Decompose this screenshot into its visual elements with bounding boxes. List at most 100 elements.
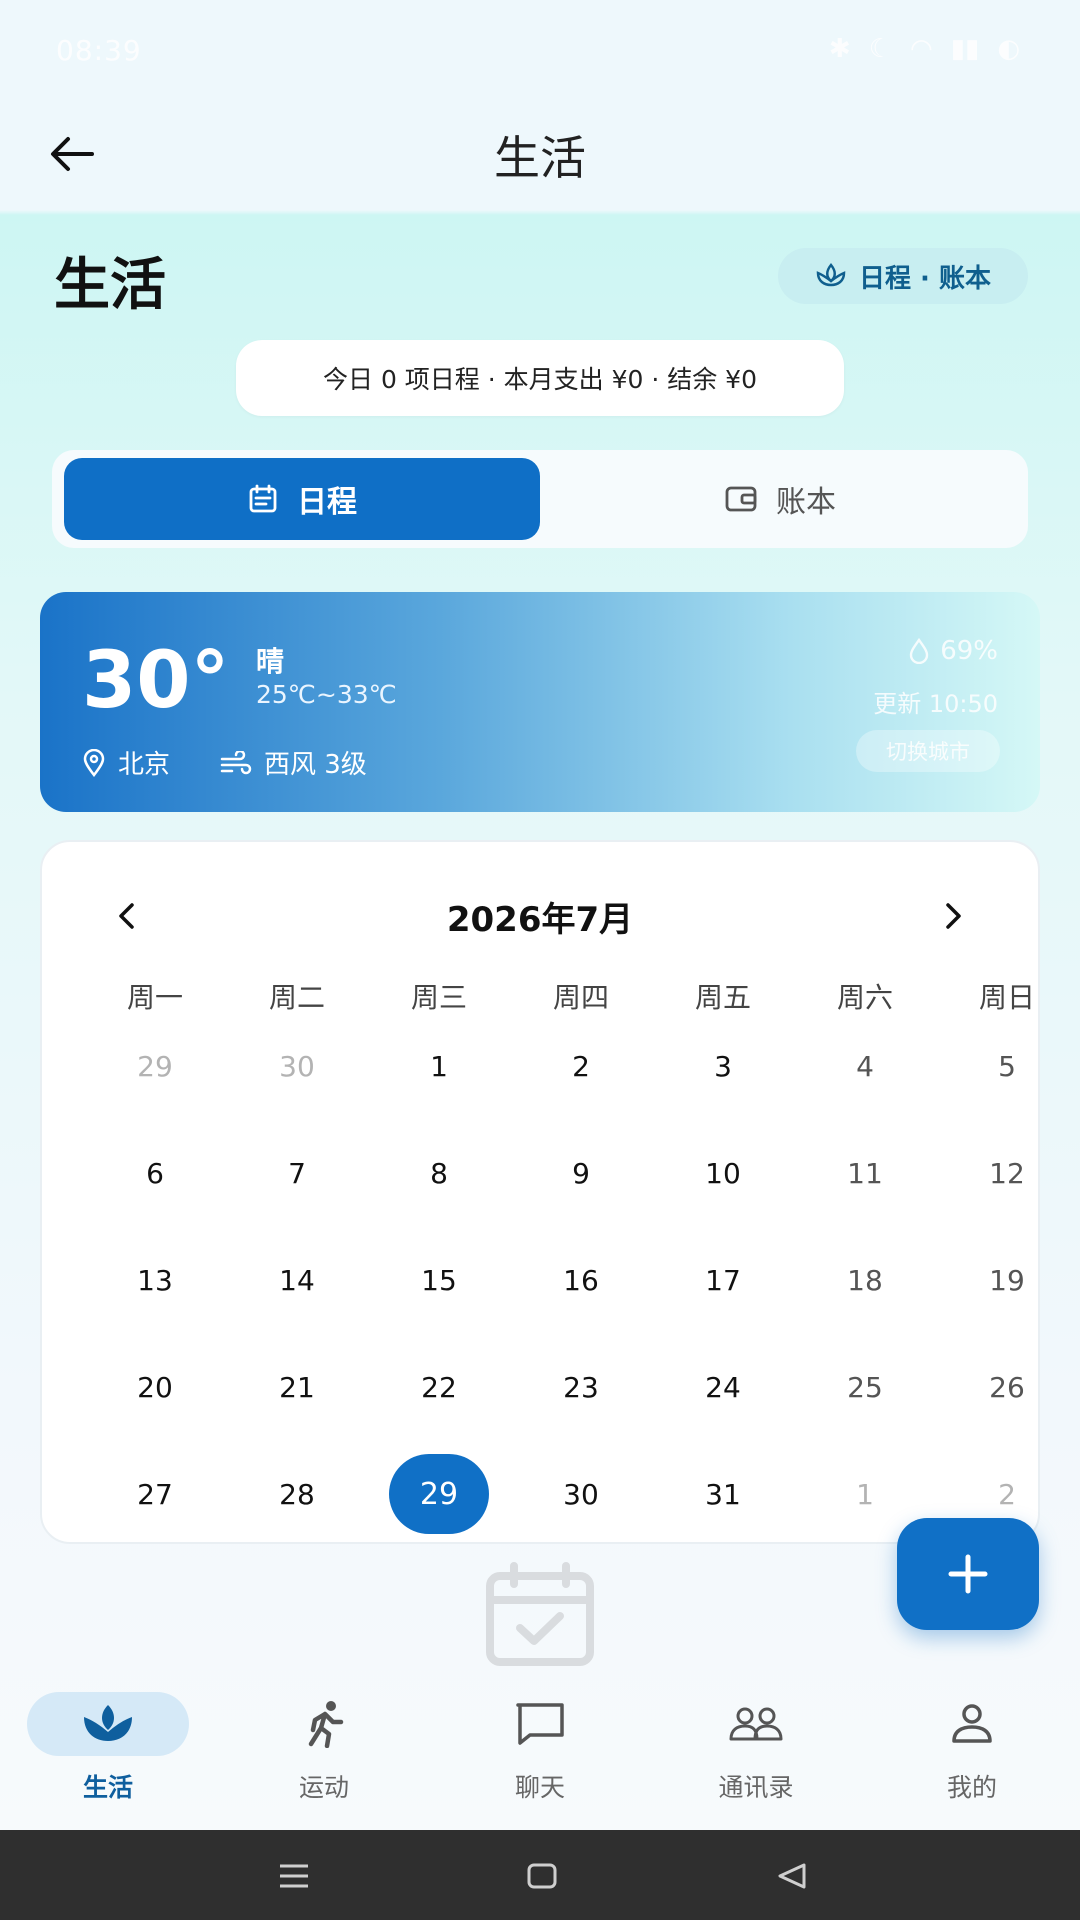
calendar-day[interactable]: 22 [368,1347,510,1427]
calendar-day[interactable]: 18 [794,1240,936,1320]
weather-humidity-label: 69% [940,636,998,666]
nav-item-life[interactable]: 生活 [0,1692,216,1804]
wifi-icon: ◠ [910,34,933,64]
tab-ledger-label: 账本 [776,485,836,520]
status-bar: 08:39 ✱ ☾ ◠ ▮▮ ◐ [0,0,1080,100]
selected-day-marker: 29 [389,1454,489,1534]
nav-label: 生活 [82,1773,133,1802]
tab-ledger[interactable]: 账本 [542,458,1018,540]
system-back-button[interactable] [772,1856,812,1896]
location-pin-icon [83,748,105,777]
home-button[interactable] [522,1856,562,1896]
calendar-day[interactable]: 6 [84,1133,226,1213]
calendar-day[interactable]: 27 [84,1454,226,1534]
calendar-day[interactable]: 21 [226,1347,368,1427]
nav-pill [891,1692,1053,1756]
calendar-day[interactable]: 12 [936,1133,1078,1213]
battery-icon: ◐ [997,34,1020,64]
tab-schedule[interactable]: 日程 [64,458,540,540]
tab-schedule-label: 日程 [297,485,357,520]
nav-label: 通讯录 [718,1773,794,1802]
calendar-day[interactable]: 10 [652,1133,794,1213]
next-month-button[interactable] [932,894,976,938]
nav-pill [243,1692,405,1756]
calendar-day[interactable]: 16 [510,1240,652,1320]
nav-item-profile[interactable]: 我的 [864,1692,1080,1804]
nav-label: 运动 [298,1773,349,1802]
system-navigation-bar [0,1830,1080,1920]
weekday-header: 周六 [836,981,893,1014]
weather-wind-label: 西风 3级 [264,750,367,780]
menu-button[interactable] [274,1856,314,1896]
status-time: 08:39 [56,34,142,67]
chat-icon [516,1703,564,1745]
weekday-header: 周日 [978,981,1035,1014]
wind-icon [220,750,252,774]
weather-location: 北京 [82,744,170,781]
calendar-day[interactable]: 19 [936,1240,1078,1320]
nav-item-chat[interactable]: 聊天 [432,1692,648,1804]
feature-badge: 日程 · 账本 [778,248,1028,304]
contacts-icon [729,1707,783,1741]
calendar-day[interactable]: 28 [226,1454,368,1534]
calendar-day[interactable]: 24 [652,1347,794,1427]
section-title: 生活 [54,253,166,318]
running-icon [308,1701,344,1748]
calendar-day[interactable]: 23 [510,1347,652,1427]
nav-pill [459,1692,621,1756]
nav-label: 聊天 [514,1773,565,1802]
calendar-day[interactable]: 30 [226,1026,368,1106]
calendar-month-label: 2026年7月 [446,900,634,940]
weather-range: 25℃~33℃ [256,680,397,709]
weather-humidity: 69% [908,636,998,666]
calendar-day[interactable]: 15 [368,1240,510,1320]
calendar-day[interactable]: 9 [510,1133,652,1213]
switch-city-button[interactable]: 切换城市 [856,730,1000,772]
weekday-header: 周五 [694,981,751,1014]
weather-updated: 更新 10:50 [873,690,998,718]
signal-icon: ▮▮ [950,34,980,64]
moon-icon: ☾ [868,34,892,64]
weekday-header: 周三 [410,981,467,1014]
calendar-day-selected[interactable]: 29 [368,1454,510,1534]
home-square-icon [527,1863,557,1889]
nav-item-sport[interactable]: 运动 [216,1692,432,1804]
chevron-right-icon [946,903,961,929]
calendar-day[interactable]: 11 [794,1133,936,1213]
calendar-day[interactable]: 5 [936,1026,1078,1106]
droplet-icon [910,638,929,664]
weather-condition: 晴 [256,645,285,678]
calendar-day[interactable]: 3 [652,1026,794,1106]
weather-wind: 西风 3级 [220,744,367,781]
calendar-day[interactable]: 13 [84,1240,226,1320]
menu-icon [280,1864,308,1888]
nav-item-contacts[interactable]: 通讯录 [648,1692,864,1804]
calendar-day[interactable]: 26 [936,1347,1078,1427]
calendar-day[interactable]: 8 [368,1133,510,1213]
bottom-navigation: 生活 运动 聊天 通讯录 我的 [0,1660,1080,1830]
add-schedule-button[interactable] [897,1518,1039,1630]
status-icons: ✱ ☾ ◠ ▮▮ ◐ [829,34,1020,64]
triangle-back-icon [778,1863,806,1889]
calendar-day[interactable]: 14 [226,1240,368,1320]
weather-temperature: 30° [82,636,230,726]
empty-schedule-icon [484,1562,596,1672]
calendar-day[interactable]: 25 [794,1347,936,1427]
weather-location-label: 北京 [118,750,171,780]
calendar-day[interactable]: 4 [794,1026,936,1106]
app-title: 生活 [494,131,586,185]
nav-pill [27,1692,189,1756]
calendar-icon [249,484,277,513]
calendar-day[interactable]: 1 [368,1026,510,1106]
calendar-day[interactable]: 17 [652,1240,794,1320]
profile-icon [952,1704,992,1743]
calendar-day[interactable]: 7 [226,1133,368,1213]
weekday-header: 周四 [552,981,609,1014]
calendar-day[interactable]: 20 [84,1347,226,1427]
calendar-day[interactable]: 29 [84,1026,226,1106]
lotus-icon [816,263,846,287]
weather-card: 30° 晴 25℃~33℃ 北京 西风 3级 69% 更新 10:50 切换城市 [40,592,1040,812]
calendar-day[interactable]: 31 [652,1454,794,1534]
calendar-day[interactable]: 2 [510,1026,652,1106]
calendar-day[interactable]: 30 [510,1454,652,1534]
